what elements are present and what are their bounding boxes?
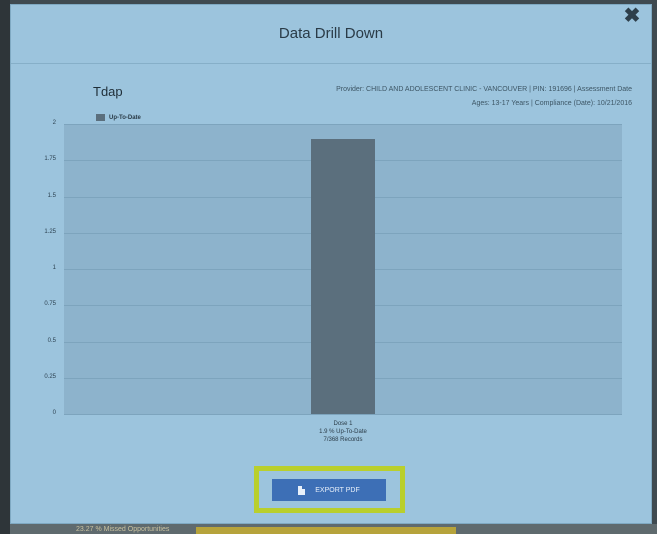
gridline [64, 414, 622, 415]
x-category-label-line: 1.9 % Up-To-Date [319, 429, 367, 435]
gridline [64, 124, 622, 125]
x-category-label: Dose 1 1.9 % Up-To-Date 7/368 Records [293, 420, 393, 444]
backdrop-progress-strip [196, 527, 456, 534]
modal-title: Data Drill Down [278, 25, 384, 42]
chart-legend: Up-To-Date [96, 114, 141, 121]
modal-header: Data Drill Down ✖ [11, 5, 651, 64]
chart-bar[interactable] [311, 138, 375, 414]
backdrop-panel [0, 0, 10, 534]
export-pdf-label: EXPORT PDF [315, 486, 360, 494]
x-category-label-line: Dose 1 [333, 421, 353, 427]
legend-label: Up-To-Date [109, 114, 141, 121]
export-pdf-button[interactable]: EXPORT PDF [272, 479, 386, 501]
y-tick-label: 0.5 [47, 337, 56, 344]
chart-plot-area [64, 124, 622, 415]
chart-subtitle-ages: Ages: 13-17 Years | Compliance (Date): 1… [471, 100, 632, 107]
y-tick-label: 0 [52, 410, 56, 416]
y-tick-label: 0.25 [44, 373, 56, 380]
y-tick-label: 1.5 [47, 192, 56, 199]
close-icon[interactable]: ✖ [623, 6, 641, 26]
chart-subtitle-provider: Provider: CHILD AND ADOLESCENT CLINIC - … [336, 86, 632, 93]
y-tick-label: 1 [52, 265, 56, 271]
y-tick-label: 1.25 [44, 228, 56, 235]
legend-swatch [96, 114, 105, 121]
backdrop-missed-opportunities-text: 23.27 % Missed Opportunities [76, 526, 170, 533]
y-tick-label: 0.75 [44, 301, 56, 308]
x-category-label-line: 7/368 Records [323, 437, 363, 443]
chart-title: Tdap [93, 84, 123, 99]
y-tick-label: 2 [52, 120, 56, 126]
pdf-file-icon [298, 485, 306, 495]
y-tick-label: 1.75 [44, 156, 56, 163]
